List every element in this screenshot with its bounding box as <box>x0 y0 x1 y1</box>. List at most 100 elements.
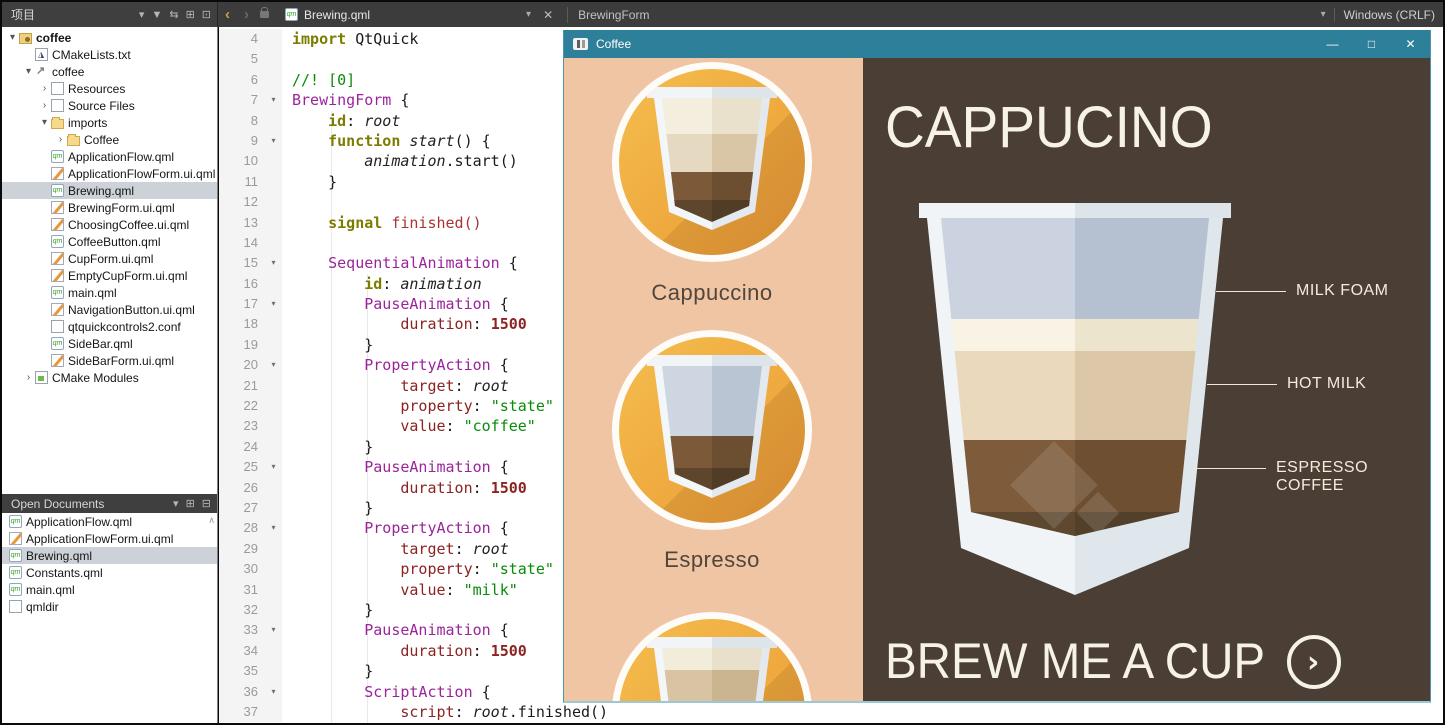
fold-marker-icon[interactable]: ▾ <box>265 130 282 152</box>
tab-file-name: Brewing.qml <box>304 7 371 22</box>
minimize-button[interactable]: — <box>1313 30 1352 58</box>
tab-dropdown-icon[interactable]: ▾ <box>526 9 531 20</box>
expand-icon[interactable]: › <box>38 100 51 111</box>
tree-item-choosingcoffee-ui-qml[interactable]: ChoosingCoffee.ui.qml <box>2 216 217 233</box>
open-doc-qmldir[interactable]: qmldir <box>2 598 217 615</box>
chevron-down-icon[interactable]: ▾ <box>1321 9 1326 20</box>
proj-icon <box>19 32 32 44</box>
tree-item-resources[interactable]: › Resources <box>2 80 217 97</box>
qml-icon: qm <box>9 549 22 562</box>
drink-button-espresso[interactable] <box>612 330 812 530</box>
collapse-icon[interactable]: ▾ <box>6 32 19 43</box>
drink-button-cappuccino[interactable] <box>612 62 812 262</box>
forward-icon[interactable]: › <box>237 6 256 23</box>
encoding-selector[interactable]: ▾ Windows (CRLF) <box>1321 7 1443 22</box>
qml-icon: qm <box>9 566 22 579</box>
fold-spacer <box>265 599 282 621</box>
tree-item-sidebarform-ui-qml[interactable]: SideBarForm.ui.qml <box>2 352 217 369</box>
back-icon[interactable]: ‹ <box>218 6 237 23</box>
tree-item-label: ApplicationFlowForm.ui.qml <box>68 166 216 181</box>
code-text: } <box>292 335 374 354</box>
code-line-37[interactable]: 37 script: root.finished() <box>219 701 1443 723</box>
tree-item-brewing-qml[interactable]: qm Brewing.qml <box>2 182 217 199</box>
tree-item-coffeebutton-qml[interactable]: qm CoffeeButton.qml <box>2 233 217 250</box>
collapse-icon[interactable]: ▾ <box>22 66 35 77</box>
tree-item-emptycupform-ui-qml[interactable]: EmptyCupForm.ui.qml <box>2 267 217 284</box>
tree-item-coffee[interactable]: ▾ coffee <box>2 63 217 80</box>
tree-item-cmakelists-txt[interactable]: CMakeLists.txt <box>2 46 217 63</box>
tree-item-coffee[interactable]: › Coffee <box>2 131 217 148</box>
empty-glass-layer <box>941 218 1209 319</box>
code-text: target: root <box>400 376 509 395</box>
code-text: property: "state" <box>400 397 554 416</box>
milk-foam-layer <box>941 319 1209 351</box>
split-panel-icon[interactable]: ⊞ <box>186 8 195 21</box>
chevron-right-icon: › <box>1307 645 1320 680</box>
expand-icon[interactable]: › <box>22 372 35 383</box>
expand-icon[interactable]: › <box>38 83 51 94</box>
fold-marker-icon[interactable]: ▾ <box>265 681 282 702</box>
line-number: 20 <box>219 355 265 376</box>
tree-item-applicationflow-qml[interactable]: qm ApplicationFlow.qml <box>2 148 217 165</box>
open-doc-applicationflow-qml[interactable]: qm ApplicationFlow.qml <box>2 513 217 530</box>
tree-item-brewingform-ui-qml[interactable]: BrewingForm.ui.qml <box>2 199 217 216</box>
tree-item-coffee[interactable]: ▾ coffee <box>2 29 217 46</box>
tree-item-label: qtquickcontrols2.conf <box>68 319 181 334</box>
tree-item-applicationflowform-ui-qml[interactable]: ApplicationFlowForm.ui.qml <box>2 165 217 182</box>
open-docs-close-icon[interactable]: ⊟ <box>202 497 211 510</box>
annotation-espresso-coffee: ESPRESSO COFFEE <box>1276 459 1369 494</box>
fold-spacer <box>265 334 282 356</box>
maximize-button[interactable]: □ <box>1352 30 1391 58</box>
line-number: 10 <box>219 151 265 172</box>
tree-item-cmake-modules[interactable]: › CMake Modules <box>2 369 217 386</box>
brew-button[interactable]: › <box>1287 635 1341 689</box>
open-doc-label: ApplicationFlow.qml <box>26 514 133 529</box>
panel-dropdown-icon[interactable]: ▾ <box>139 8 145 21</box>
fold-marker-icon[interactable]: ▾ <box>265 90 282 111</box>
tree-item-label: Brewing.qml <box>68 183 135 198</box>
fold-marker-icon[interactable]: ▾ <box>265 355 282 376</box>
tab-close-icon[interactable]: ✕ <box>537 8 559 22</box>
fold-spacer <box>265 640 282 662</box>
scroll-up-icon[interactable]: ∧ <box>208 515 215 526</box>
fold-spacer <box>265 273 282 295</box>
sync-icon[interactable]: ⇆ <box>169 8 178 21</box>
fold-marker-icon[interactable]: ▾ <box>265 294 282 315</box>
close-button[interactable]: ✕ <box>1391 30 1430 58</box>
tree-item-qtquickcontrols2-conf[interactable]: qtquickcontrols2.conf <box>2 318 217 335</box>
open-docs-split-icon[interactable]: ⊞ <box>186 497 195 510</box>
fold-spacer <box>265 151 282 172</box>
tree-item-imports[interactable]: ▾ imports <box>2 114 217 131</box>
tree-item-navigationbutton-ui-qml[interactable]: NavigationButton.ui.qml <box>2 301 217 318</box>
open-doc-constants-qml[interactable]: qm Constants.qml <box>2 564 217 581</box>
open-docs-dropdown-icon[interactable]: ▾ <box>173 497 179 510</box>
tree-item-cupform-ui-qml[interactable]: CupForm.ui.qml <box>2 250 217 267</box>
code-text: PropertyAction { <box>364 356 509 375</box>
qml-icon: qm <box>51 235 64 248</box>
fold-marker-icon[interactable]: ▾ <box>265 457 282 478</box>
tree-item-source-files[interactable]: › Source Files <box>2 97 217 114</box>
expand-icon[interactable]: › <box>54 134 67 145</box>
collapse-icon[interactable]: ▾ <box>38 117 51 128</box>
liquid-bottom-lip <box>941 512 1209 536</box>
close-panel-icon[interactable]: ⊡ <box>202 8 211 21</box>
tree-item-label: CMakeLists.txt <box>52 47 131 62</box>
brew-cta-label[interactable]: BREW ME A CUP <box>885 632 1265 690</box>
window-title-bar[interactable]: Coffee — □ ✕ <box>564 30 1430 58</box>
open-doc-brewing-qml[interactable]: qm Brewing.qml <box>2 547 217 564</box>
filter-icon[interactable]: ▼ <box>151 9 162 21</box>
open-doc-main-qml[interactable]: qm main.qml <box>2 581 217 598</box>
tree-item-main-qml[interactable]: qm main.qml <box>2 284 217 301</box>
line-number: 19 <box>219 334 265 356</box>
symbol-selector[interactable]: BrewingForm <box>568 8 649 22</box>
qml-icon: qm <box>51 150 64 163</box>
tree-item-sidebar-qml[interactable]: qm SideBar.qml <box>2 335 217 352</box>
open-doc-applicationflowform-ui-qml[interactable]: ApplicationFlowForm.ui.qml <box>2 530 217 547</box>
drink-button-latte[interactable] <box>612 612 812 701</box>
fold-marker-icon[interactable]: ▾ <box>265 518 282 539</box>
fold-spacer <box>265 232 282 254</box>
editor-tab-brewing-qml[interactable]: qm Brewing.qml ▾ ✕ <box>277 2 567 27</box>
fold-marker-icon[interactable]: ▾ <box>265 620 282 641</box>
fold-marker-icon[interactable]: ▾ <box>265 253 282 274</box>
fold-spacer <box>265 110 282 131</box>
